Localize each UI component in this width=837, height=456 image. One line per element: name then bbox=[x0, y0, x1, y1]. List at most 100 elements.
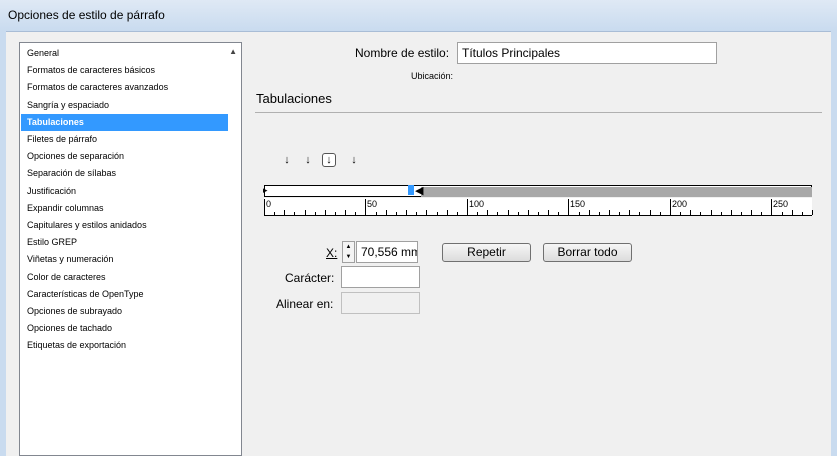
ruler-tick bbox=[416, 212, 417, 215]
ruler-tick bbox=[812, 210, 813, 215]
ruler-tick bbox=[264, 199, 265, 215]
ruler-tick bbox=[365, 199, 366, 215]
ruler-tick bbox=[690, 210, 691, 215]
x-label: X: bbox=[326, 246, 338, 260]
ruler-tick bbox=[650, 210, 651, 215]
ruler-tick bbox=[538, 212, 539, 215]
ruler-tick bbox=[599, 212, 600, 215]
ruler-tick bbox=[792, 210, 793, 215]
ruler-tick bbox=[396, 212, 397, 215]
x-stepper[interactable]: ▲ ▼ bbox=[342, 241, 355, 263]
ruler-tick bbox=[477, 212, 478, 215]
ruler-tick bbox=[771, 199, 772, 215]
sidebar-item[interactable]: Opciones de tachado bbox=[21, 320, 228, 337]
sidebar-item[interactable]: Etiquetas de exportación bbox=[21, 337, 228, 354]
sidebar-item[interactable]: Formatos de caracteres básicos bbox=[21, 62, 228, 79]
sidebar-item[interactable]: Viñetas y numeración bbox=[21, 251, 228, 268]
sidebar-item[interactable]: Filetes de párrafo bbox=[21, 131, 228, 148]
ruler-tick-label: 200 bbox=[672, 199, 688, 209]
ruler-tick bbox=[325, 210, 326, 215]
ruler-tick bbox=[660, 212, 661, 215]
ruler-tick-label: 0 bbox=[266, 199, 272, 209]
sidebar-item[interactable]: Justificación bbox=[21, 183, 228, 200]
left-tab-icon[interactable]: ↓ bbox=[280, 153, 294, 167]
sidebar-item[interactable]: Expandir columnas bbox=[21, 200, 228, 217]
section-divider bbox=[255, 112, 822, 113]
sidebar-item[interactable]: Estilo GREP bbox=[21, 234, 228, 251]
window-frame-right bbox=[831, 31, 837, 456]
ruler-tick bbox=[294, 212, 295, 215]
chevron-up-icon[interactable]: ▲ bbox=[229, 47, 237, 56]
sidebar-item[interactable]: Características de OpenType bbox=[21, 286, 228, 303]
ruler-tick bbox=[731, 210, 732, 215]
left-indent-marker-icon[interactable]: ▸ bbox=[263, 185, 268, 196]
ruler-tick bbox=[751, 210, 752, 215]
window-title: Opciones de estilo de párrafo bbox=[8, 8, 165, 22]
ruler-tick bbox=[528, 210, 529, 215]
ruler-margin-area bbox=[421, 187, 812, 197]
ruler-tick bbox=[447, 210, 448, 215]
ruler-tick bbox=[426, 210, 427, 215]
ruler-tick bbox=[589, 210, 590, 215]
ruler-tick-label: 150 bbox=[570, 199, 586, 209]
character-label: Carácter: bbox=[285, 271, 335, 285]
ruler-tick bbox=[497, 212, 498, 215]
location-label: Ubicación: bbox=[411, 71, 454, 81]
ruler-tick bbox=[508, 210, 509, 215]
tab-ruler-track[interactable]: ▸ ◀ bbox=[263, 184, 812, 197]
ruler-tick bbox=[711, 210, 712, 215]
ruler-tick bbox=[741, 212, 742, 215]
sidebar-item[interactable]: Formatos de caracteres avanzados bbox=[21, 79, 228, 96]
sidebar-item[interactable]: Sangría y espaciado bbox=[21, 97, 228, 114]
sidebar-item[interactable]: Color de caracteres bbox=[21, 269, 228, 286]
ruler-tick bbox=[609, 210, 610, 215]
ruler-tick bbox=[518, 212, 519, 215]
ruler-tick bbox=[680, 212, 681, 215]
sidebar-item[interactable]: Capitulares y estilos anidados bbox=[21, 217, 228, 234]
style-name-label: Nombre de estilo: bbox=[355, 46, 450, 60]
ruler-tick bbox=[406, 210, 407, 215]
ruler-tick bbox=[467, 199, 468, 215]
section-title: Tabulaciones bbox=[256, 91, 332, 106]
ruler-tick bbox=[376, 212, 377, 215]
ruler-tick bbox=[670, 199, 671, 215]
ruler-tick bbox=[274, 212, 275, 215]
ruler-tick bbox=[437, 212, 438, 215]
ruler-tick bbox=[315, 212, 316, 215]
right-indent-marker-icon[interactable]: ◀ bbox=[415, 184, 423, 197]
ruler-tick bbox=[305, 210, 306, 215]
align-on-label: Alinear en: bbox=[276, 297, 334, 311]
ruler-tick bbox=[558, 212, 559, 215]
x-position-input[interactable]: 70,556 mm bbox=[356, 241, 418, 263]
ruler-tick bbox=[355, 212, 356, 215]
ruler-tick bbox=[457, 212, 458, 215]
ruler-tick bbox=[619, 212, 620, 215]
sidebar-item[interactable]: General bbox=[21, 45, 228, 62]
align-on-input bbox=[341, 292, 420, 314]
ruler-tick bbox=[639, 212, 640, 215]
character-input[interactable] bbox=[341, 266, 420, 288]
sidebar-item[interactable]: Tabulaciones bbox=[21, 113, 228, 131]
tab-stop-marker[interactable] bbox=[408, 185, 414, 195]
ruler-tick bbox=[284, 210, 285, 215]
decimal-tab-icon[interactable]: ↓ bbox=[347, 153, 361, 167]
ruler-tick bbox=[568, 199, 569, 215]
ruler-tick bbox=[386, 210, 387, 215]
category-list[interactable]: ▲ General Formatos de caracteres básicos F… bbox=[19, 42, 242, 456]
repeat-button[interactable]: Repetir bbox=[442, 243, 531, 262]
sidebar-item[interactable]: Opciones de separación bbox=[21, 148, 228, 165]
right-tab-icon[interactable]: ↓ bbox=[322, 153, 336, 167]
ruler-tick bbox=[700, 212, 701, 215]
clear-all-button[interactable]: Borrar todo bbox=[543, 243, 632, 262]
ruler-tick-label: 100 bbox=[469, 199, 485, 209]
sidebar-item[interactable]: Opciones de subrayado bbox=[21, 303, 228, 320]
ruler-tick bbox=[802, 212, 803, 215]
ruler-tick-label: 250 bbox=[773, 199, 789, 209]
window-frame-left bbox=[0, 31, 6, 456]
sidebar-item[interactable]: Separación de sílabas bbox=[21, 165, 228, 182]
center-tab-icon[interactable]: ↓ bbox=[301, 153, 315, 167]
style-name-input[interactable]: Títulos Principales bbox=[457, 42, 717, 64]
ruler-tick bbox=[487, 210, 488, 215]
tab-ruler[interactable]: ▸ ◀ 0 50 100 150 200 250 bbox=[263, 184, 813, 216]
ruler-tick bbox=[761, 212, 762, 215]
